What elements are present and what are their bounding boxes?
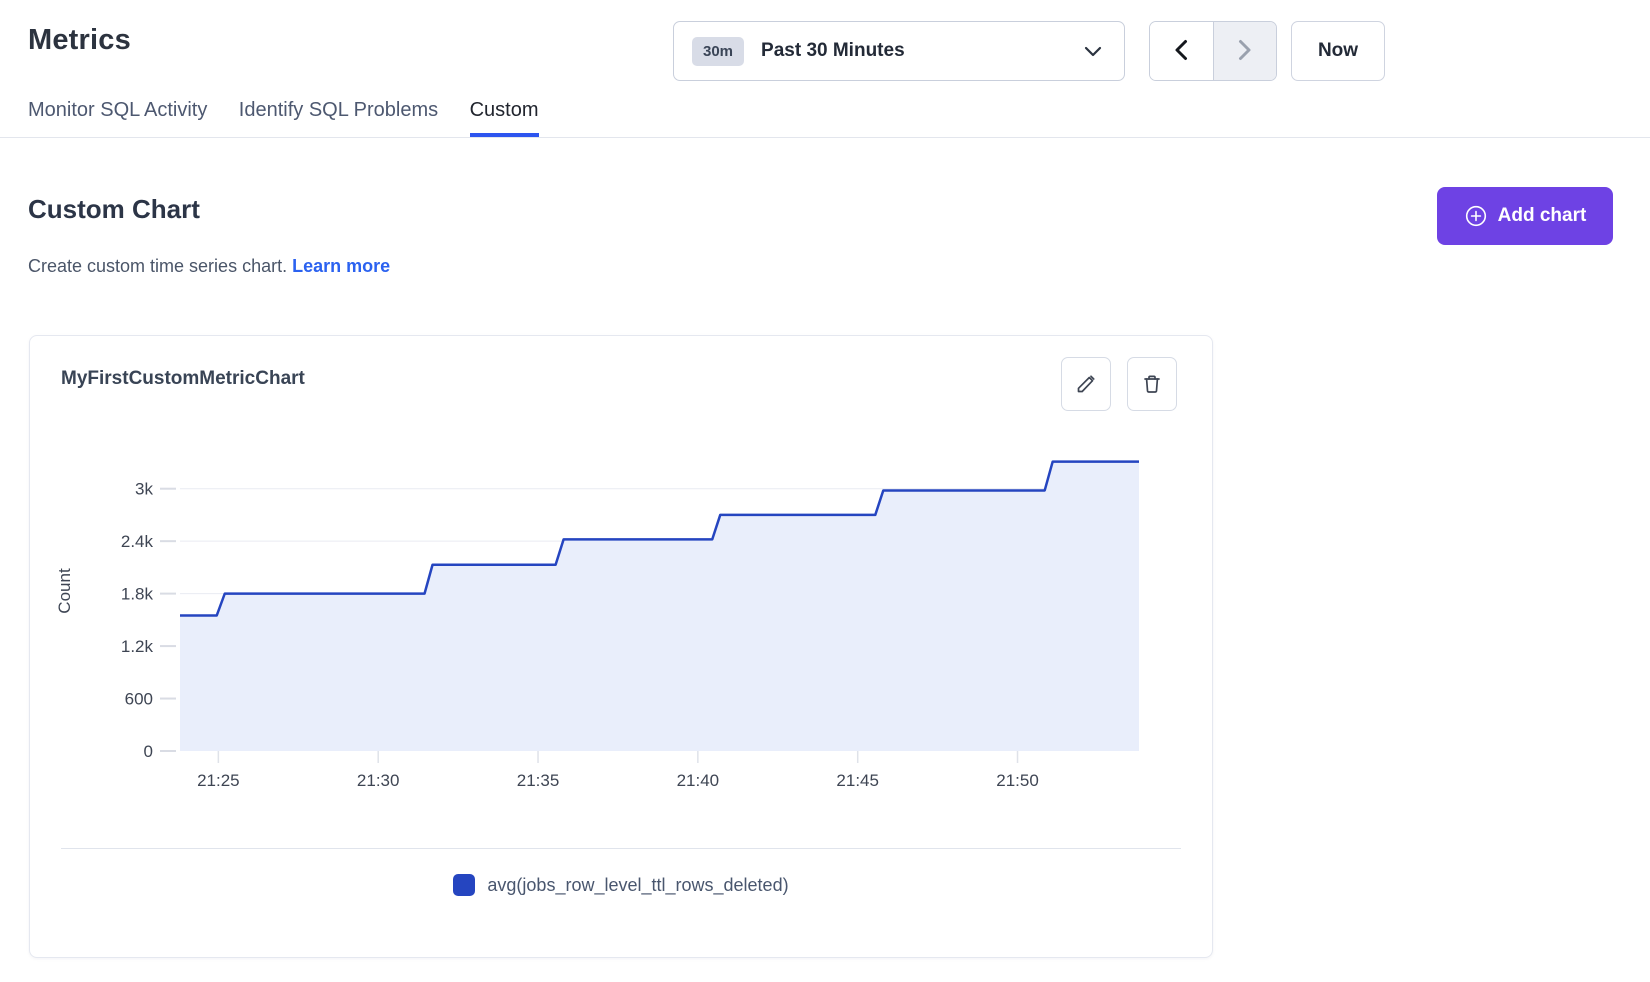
svg-text:1.8k: 1.8k: [121, 585, 154, 604]
edit-chart-button[interactable]: [1061, 357, 1111, 411]
page-title: Metrics: [28, 24, 131, 57]
svg-text:0: 0: [144, 742, 153, 761]
svg-text:21:50: 21:50: [996, 771, 1039, 790]
tab-custom[interactable]: Custom: [470, 99, 539, 137]
section-heading: Custom Chart: [28, 194, 200, 225]
time-range-label: Past 30 Minutes: [761, 40, 905, 62]
time-nav-group: [1149, 21, 1277, 81]
svg-text:21:25: 21:25: [197, 771, 240, 790]
svg-text:2.4k: 2.4k: [121, 532, 154, 551]
chevron-right-icon: [1238, 39, 1252, 64]
add-chart-button[interactable]: Add chart: [1437, 187, 1613, 245]
delete-chart-button[interactable]: [1127, 357, 1177, 411]
next-time-button[interactable]: [1213, 22, 1277, 80]
metrics-page: Metrics 30m Past 30 Minutes Now Monitor …: [0, 0, 1650, 982]
svg-text:600: 600: [125, 690, 153, 709]
legend-divider: [61, 848, 1181, 849]
custom-metric-chart[interactable]: 06001.2k1.8k2.4k3k21:2521:3021:3521:4021…: [30, 416, 1214, 816]
svg-text:21:45: 21:45: [836, 771, 879, 790]
chevron-left-icon: [1174, 39, 1188, 64]
series-area: [180, 462, 1139, 751]
section-description-text: Create custom time series chart.: [28, 256, 287, 276]
x-axis-ticks: [218, 751, 1017, 763]
time-range-badge: 30m: [692, 37, 744, 66]
chart-title: MyFirstCustomMetricChart: [61, 368, 305, 390]
metrics-tabs: Monitor SQL Activity Identify SQL Proble…: [0, 99, 1650, 138]
svg-text:21:35: 21:35: [517, 771, 560, 790]
prev-time-button[interactable]: [1150, 22, 1213, 80]
chevron-down-icon: [1084, 46, 1102, 57]
svg-text:1.2k: 1.2k: [121, 637, 154, 656]
learn-more-link[interactable]: Learn more: [292, 256, 390, 276]
chart-card: MyFirstCustomMetricChart: [29, 335, 1213, 958]
y-axis-labels: 0 600 1.2k 1.8k 2.4k 3k: [121, 480, 154, 761]
plus-circle-icon: [1464, 204, 1488, 228]
tab-monitor-sql-activity[interactable]: Monitor SQL Activity: [28, 99, 207, 137]
pencil-icon: [1074, 372, 1098, 396]
legend-label: avg(jobs_row_level_ttl_rows_deleted): [487, 875, 788, 896]
svg-text:21:30: 21:30: [357, 771, 400, 790]
time-range-selector[interactable]: 30m Past 30 Minutes: [673, 21, 1125, 81]
y-axis-title: Count: [55, 568, 74, 614]
chart-legend: avg(jobs_row_level_ttl_rows_deleted): [30, 874, 1212, 896]
tab-identify-sql-problems[interactable]: Identify SQL Problems: [239, 99, 438, 137]
svg-text:3k: 3k: [135, 480, 153, 499]
legend-swatch: [453, 874, 475, 896]
chart-card-actions: [1061, 357, 1177, 411]
add-chart-label: Add chart: [1498, 205, 1587, 227]
x-axis-labels: 21:25 21:30 21:35 21:40 21:45 21:50: [197, 771, 1039, 790]
svg-text:21:40: 21:40: [677, 771, 720, 790]
section-description: Create custom time series chart. Learn m…: [28, 256, 390, 277]
now-button[interactable]: Now: [1291, 21, 1385, 81]
trash-icon: [1140, 372, 1164, 396]
